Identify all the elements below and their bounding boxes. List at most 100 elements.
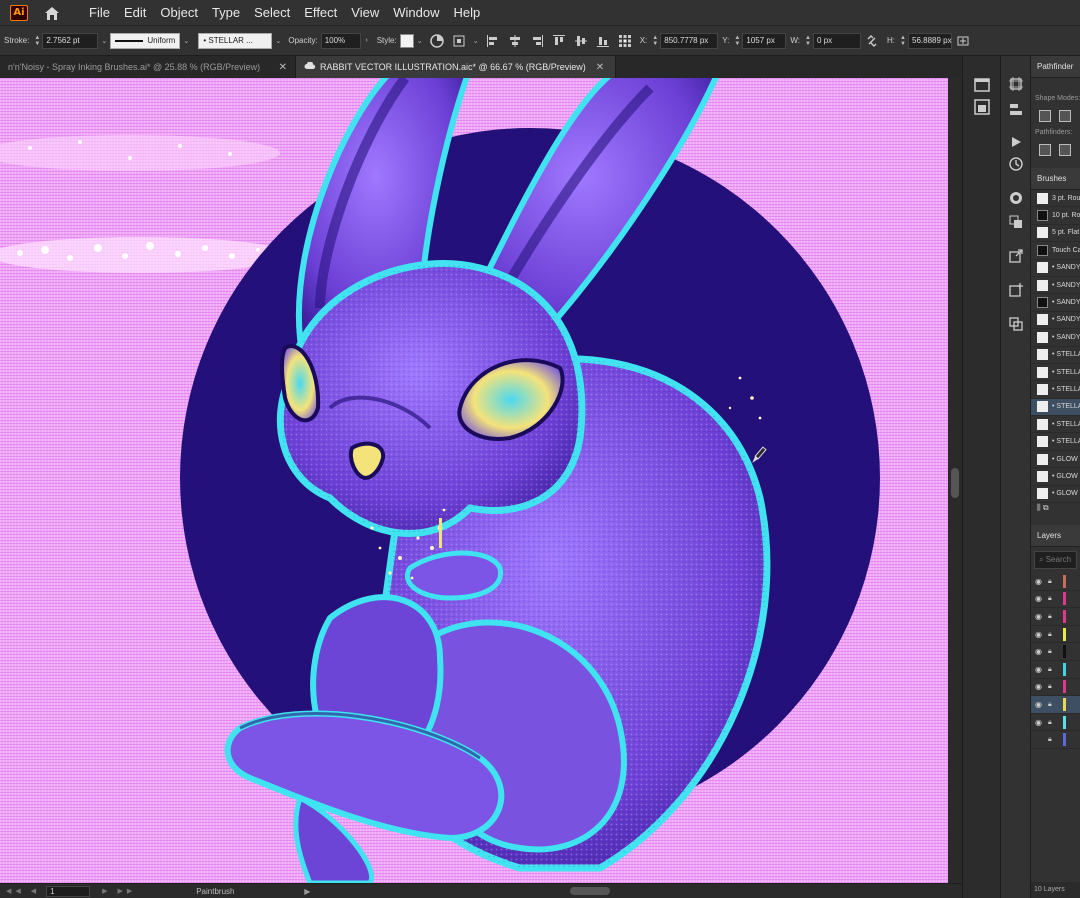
menu-help[interactable]: Help (446, 1, 487, 25)
lock-icon[interactable]: 🔒︎ (1048, 577, 1056, 586)
lock-icon[interactable]: 🔒︎ (1048, 735, 1056, 744)
visibility-eye-icon[interactable]: ◉ (1035, 647, 1045, 656)
menu-select[interactable]: Select (247, 1, 297, 25)
vertical-scrollbar[interactable] (948, 78, 962, 883)
transform-dropdown-icon[interactable]: ⌄ (470, 37, 482, 45)
style-dropdown-icon[interactable]: ⌄ (414, 37, 426, 45)
align-bottom-icon[interactable] (594, 32, 612, 50)
brush-item[interactable]: • STELLAR 6 (1031, 433, 1080, 451)
brush-item[interactable]: • SANDY 2 (1031, 277, 1080, 295)
arrange-icon[interactable] (1005, 314, 1027, 334)
export-icon[interactable] (1005, 246, 1027, 266)
transparency-icon[interactable] (1005, 212, 1027, 232)
asset-export-icon[interactable] (1005, 280, 1027, 300)
x-field[interactable]: 850.7778 px (660, 32, 719, 49)
artboard-canvas[interactable] (0, 78, 948, 883)
scrollbar-thumb[interactable] (951, 468, 959, 498)
visibility-eye-icon[interactable]: ◉ (1035, 682, 1045, 691)
brush-item[interactable]: • STELLAR 1 (1031, 347, 1080, 364)
visibility-eye-icon[interactable]: ◉ (1035, 665, 1045, 674)
actions-play-icon[interactable] (1005, 132, 1027, 152)
lock-icon[interactable]: 🔒︎ (1048, 682, 1056, 691)
visibility-eye-icon[interactable]: ◉ (1035, 700, 1045, 709)
divide-icon[interactable] (1039, 144, 1051, 156)
layer-row[interactable]: ◉ 🔒︎ (1031, 591, 1080, 609)
menu-type[interactable]: Type (205, 1, 247, 25)
visibility-eye-icon[interactable]: ◉ (1035, 594, 1045, 603)
visibility-eye-icon[interactable]: ◉ (1035, 577, 1045, 586)
brush-item[interactable]: Touch Calligraphic (1031, 242, 1080, 260)
artboard-number-field[interactable]: 1 (46, 885, 91, 897)
history-icon[interactable] (1005, 154, 1027, 174)
lock-icon[interactable]: 🔒︎ (1048, 718, 1056, 727)
layer-row[interactable]: ◉ 🔒︎ (1031, 714, 1080, 732)
brush-item[interactable]: • STELLAR 5 (1031, 416, 1080, 434)
layer-row[interactable]: ◉ 🔒︎ (1031, 679, 1080, 697)
variable-width-profile[interactable]: Uniform (110, 32, 181, 49)
lock-icon[interactable]: 🔒︎ (1048, 665, 1056, 674)
layer-row[interactable]: 🔒︎ (1031, 731, 1080, 749)
menu-window[interactable]: Window (386, 1, 446, 25)
lock-icon[interactable]: 🔒︎ (1048, 594, 1056, 603)
appearance-icon[interactable] (1005, 188, 1027, 208)
align-top-icon[interactable] (550, 32, 568, 50)
stroke-weight-field[interactable]: 2.7562 pt (42, 32, 99, 49)
layer-row[interactable]: ◉ 🔒︎ (1031, 573, 1080, 591)
lock-icon[interactable]: 🔒︎ (1048, 647, 1056, 656)
brush-item[interactable]: • GLOW 2 (1031, 468, 1080, 486)
brush-item[interactable]: • SANDY 5 (1031, 329, 1080, 347)
artboards-icon[interactable] (1005, 74, 1027, 94)
layer-row[interactable]: ◉ 🔒︎ (1031, 643, 1080, 661)
layers-tab[interactable]: Layers (1031, 525, 1080, 548)
stroke-weight-dropdown-icon[interactable]: ⌄ (98, 37, 110, 45)
h-field[interactable]: 56.8889 px (908, 32, 953, 49)
brush-item[interactable]: • STELLAR 2 (1031, 364, 1080, 382)
lock-icon[interactable]: 🔒︎ (1048, 700, 1056, 709)
layer-row[interactable]: ◉ 🔒︎ (1031, 626, 1080, 644)
close-icon[interactable]: ✕ (279, 62, 287, 73)
brushes-tab[interactable]: Brushes (1031, 168, 1080, 190)
menu-file[interactable]: File (82, 1, 117, 25)
brush-definition[interactable]: • STELLAR ... (198, 32, 273, 49)
brush-dropdown-icon[interactable]: ⌄ (272, 37, 284, 45)
visibility-eye-icon[interactable]: ◉ (1035, 630, 1045, 639)
trim-icon[interactable] (1059, 144, 1071, 156)
lock-icon[interactable]: 🔒︎ (1048, 630, 1056, 639)
constrain-proportions-icon[interactable] (863, 32, 881, 50)
tab-noisy-spray-brushes[interactable]: n'n'Noisy - Spray Inking Brushes.ai* @ 2… (0, 56, 296, 78)
align-center-icon[interactable] (506, 32, 524, 50)
brush-library-menu-icon[interactable]: ⫼ ⧉ (1031, 503, 1080, 519)
transform-icon[interactable] (450, 32, 468, 50)
align-panel-icon[interactable] (1005, 100, 1027, 120)
layer-row[interactable]: ◉ 🔒︎ (1031, 696, 1080, 714)
transform-options-icon[interactable] (954, 32, 972, 50)
home-icon[interactable] (42, 4, 62, 22)
minus-front-icon[interactable] (1059, 110, 1071, 122)
profile-dropdown-icon[interactable]: ⌄ (180, 37, 192, 45)
close-icon[interactable]: ✕ (596, 62, 604, 73)
brush-item[interactable]: • SANDY 4 (1031, 312, 1080, 330)
align-right-icon[interactable] (528, 32, 546, 50)
libraries-icon[interactable] (972, 76, 992, 94)
artboard-nav-next-icon[interactable]: ▶ ▶▶ (102, 887, 136, 895)
w-spinner-icon[interactable]: ▲ ▼ (803, 33, 813, 49)
artboard-nav-prev-icon[interactable]: ◀◀ ◀ (6, 887, 40, 895)
recolor-artwork-icon[interactable] (428, 32, 446, 50)
opacity-field[interactable]: 100% (320, 32, 361, 49)
menu-effect[interactable]: Effect (297, 1, 344, 25)
y-field[interactable]: 1057 px (742, 32, 787, 49)
layers-search-input[interactable]: ⌕ Search (1034, 551, 1077, 570)
brush-item[interactable]: • SANDY 1 (1031, 260, 1080, 277)
menu-view[interactable]: View (344, 1, 386, 25)
layer-row[interactable]: ◉ 🔒︎ (1031, 661, 1080, 679)
brush-item[interactable]: • GLOW 3 (1031, 486, 1080, 504)
menu-object[interactable]: Object (153, 1, 205, 25)
opacity-arrow-icon[interactable]: › (361, 37, 373, 44)
align-middle-icon[interactable] (572, 32, 590, 50)
brush-item[interactable]: 10 pt. Round (1031, 207, 1080, 225)
align-left-icon[interactable] (484, 32, 502, 50)
brush-item[interactable]: 5 pt. Flat (1031, 225, 1080, 243)
reference-point-icon[interactable] (616, 32, 634, 50)
graphic-style-swatch[interactable] (399, 33, 414, 48)
horizontal-scrollbar-thumb[interactable] (570, 887, 611, 895)
